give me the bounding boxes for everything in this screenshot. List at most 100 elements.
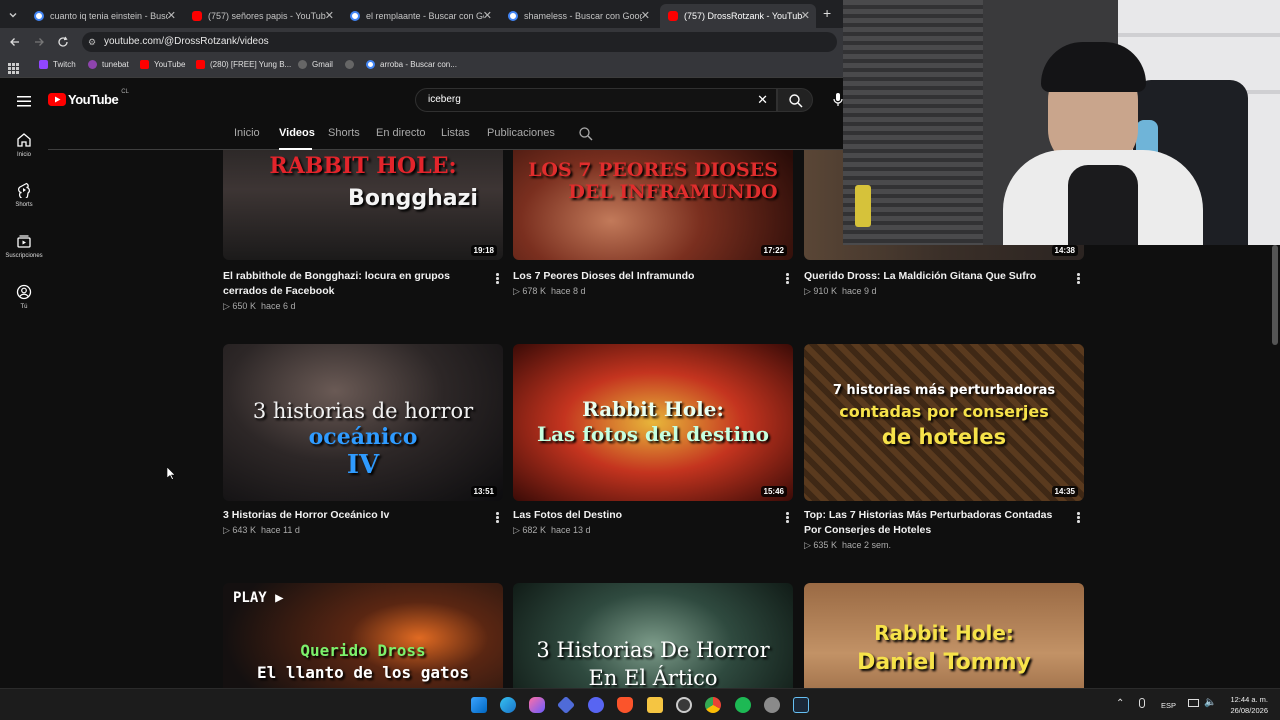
more-options-icon[interactable] [1077, 273, 1080, 284]
bookmark-gmail[interactable]: Gmail [298, 60, 333, 69]
video-title[interactable]: Querido Dross: La Maldición Gitana Que S… [804, 269, 1066, 284]
more-options-icon[interactable] [496, 273, 499, 284]
brave-icon[interactable] [617, 697, 633, 713]
vpn-icon[interactable] [556, 695, 576, 715]
apps-icon[interactable] [8, 61, 19, 79]
more-options-icon[interactable] [786, 512, 789, 523]
settings-icon[interactable] [764, 697, 780, 713]
close-icon[interactable]: ✕ [325, 9, 334, 22]
back-icon[interactable] [9, 35, 21, 53]
folder-icon[interactable] [647, 697, 663, 713]
search-icon [789, 94, 803, 108]
input-language[interactable]: ESP [1161, 701, 1176, 710]
mic-tray-icon[interactable] [1139, 698, 1145, 708]
thumbnail-text: DEL INFRAMUNDO [568, 181, 778, 203]
google-icon [508, 11, 518, 21]
video-views: 678 K [522, 286, 546, 296]
close-icon[interactable]: ✕ [641, 9, 650, 22]
discord-icon[interactable] [588, 697, 604, 713]
bookmark-twitch[interactable]: Twitch [39, 60, 76, 69]
new-tab-icon[interactable]: + [823, 5, 831, 21]
obs-icon[interactable] [676, 697, 692, 713]
video-thumbnail[interactable]: 3 historias de horror oceánico IV 13:51 [223, 344, 503, 501]
reload-icon[interactable] [57, 35, 69, 53]
tray-chevron-icon[interactable]: ⌃ [1116, 698, 1124, 709]
more-options-icon[interactable] [786, 273, 789, 284]
clock[interactable]: 12:44 a. m. 26/08/2026 [1222, 695, 1268, 715]
video-views: 910 K [813, 286, 837, 296]
page-scrollbar[interactable] [1272, 245, 1278, 345]
video-title[interactable]: 3 Historias de Horror Oceánico Iv [223, 508, 485, 523]
clear-search-icon[interactable]: ✕ [757, 89, 768, 111]
site-info-icon[interactable]: ⚙ [88, 32, 96, 52]
bookmark-label: Twitch [53, 60, 76, 69]
video-thumbnail[interactable]: 7 historias más perturbadoras contadas p… [804, 344, 1084, 501]
copilot-icon[interactable] [529, 697, 545, 713]
bookmark-label: tunebat [102, 60, 129, 69]
browser-tab[interactable]: cuanto iq tenia einstein - Busca ✕ [26, 4, 182, 28]
bookmark-arroba[interactable]: arroba - Buscar con... [366, 60, 457, 69]
video-title[interactable]: Los 7 Peores Dioses del Inframundo [513, 269, 775, 284]
youtube-icon [196, 60, 205, 69]
bookmark-youtube[interactable]: YouTube [140, 60, 185, 69]
browser-tab[interactable]: (757) señores papis - YouTube ✕ [184, 4, 340, 28]
video-age: hace 13 d [550, 525, 591, 535]
youtube-icon [140, 60, 149, 69]
google-icon [350, 11, 360, 21]
video-thumbnail[interactable]: 3 Historias De Horror En El Ártico [513, 583, 793, 688]
guide-label: Inicio [16, 152, 31, 158]
tab-search-icon[interactable] [7, 8, 19, 20]
video-title[interactable]: Top: Las 7 Historias Más Perturbadoras C… [804, 508, 1066, 538]
guide-item-subscriptions[interactable]: Suscripciones [0, 233, 48, 259]
browser-tab[interactable]: shameless - Buscar con Google ✕ [500, 4, 656, 28]
bookmark-globe[interactable] [345, 60, 359, 69]
steam-icon[interactable] [793, 697, 809, 713]
forward-icon[interactable] [33, 35, 45, 53]
video-thumbnail[interactable]: PLAY ▶ Querido Dross El llanto de los ga… [223, 583, 503, 688]
video-thumbnail[interactable]: LOS 7 PEORES DIOSES DEL INFRAMUNDO 17:22 [513, 150, 793, 260]
channel-search-icon[interactable] [579, 127, 593, 146]
bookmark-tunebat[interactable]: tunebat [88, 60, 129, 69]
video-thumbnail[interactable]: RABBIT HOLE: Bongghazi 19:18 [223, 150, 503, 260]
tab-listas[interactable]: Listas [441, 127, 470, 139]
browser-tab-active[interactable]: (757) DrossRotzank - YouTube ✕ [660, 4, 816, 28]
video-thumbnail[interactable]: Rabbit Hole: Las fotos del destino 15:46 [513, 344, 793, 501]
thumbnail-text: PLAY ▶ [233, 590, 284, 606]
guide-item-home[interactable]: Inicio [0, 132, 48, 158]
start-icon[interactable] [471, 697, 487, 713]
search-button[interactable] [777, 88, 813, 112]
more-options-icon[interactable] [496, 512, 499, 523]
tab-publicaciones[interactable]: Publicaciones [487, 127, 555, 139]
edge-icon[interactable] [500, 697, 516, 713]
guide-item-shorts[interactable]: Shorts [0, 182, 48, 208]
thumbnail-text: Rabbit Hole: [874, 621, 1014, 645]
volume-icon[interactable]: 🔈 [1204, 697, 1216, 708]
network-icon[interactable] [1188, 699, 1199, 707]
tab-videos[interactable]: Videos [279, 127, 315, 139]
chrome-icon[interactable] [705, 697, 721, 713]
video-duration: 14:35 [1051, 486, 1078, 497]
bookmark-yung[interactable]: (280) [FREE] Yung B... [196, 60, 291, 69]
search-input[interactable]: iceberg ✕ [415, 88, 777, 112]
video-title[interactable]: El rabbithole de Bongghazi: locura en gr… [223, 269, 485, 299]
tab-inicio[interactable]: Inicio [234, 127, 260, 139]
thumbnail-text: LOS 7 PEORES DIOSES [528, 159, 778, 181]
url-input[interactable]: ⚙ youtube.com/@DrossRotzank/videos [82, 32, 837, 52]
tab-shorts[interactable]: Shorts [328, 127, 360, 139]
menu-icon[interactable] [17, 94, 31, 112]
tab-title: cuanto iq tenia einstein - Busca [50, 11, 168, 21]
spotify-icon[interactable] [735, 697, 751, 713]
tab-en-directo[interactable]: En directo [376, 127, 426, 139]
windows-taskbar: ⌃ ESP 🔈 12:44 a. m. 26/08/2026 [0, 688, 1280, 720]
browser-tab[interactable]: el remplaante - Buscar con Goo ✕ [342, 4, 498, 28]
thumbnail-text: Las fotos del destino [537, 422, 769, 446]
close-icon[interactable]: ✕ [483, 9, 492, 22]
guide-item-you[interactable]: Tú [0, 284, 48, 310]
close-icon[interactable]: ✕ [167, 9, 176, 22]
youtube-logo[interactable]: YouTube CL [48, 89, 129, 107]
more-options-icon[interactable] [1077, 512, 1080, 523]
video-title[interactable]: Las Fotos del Destino [513, 508, 775, 523]
close-icon[interactable]: ✕ [801, 9, 810, 22]
video-thumbnail[interactable]: Rabbit Hole: Daniel Tommy [804, 583, 1084, 688]
microphone-icon[interactable] [833, 92, 843, 113]
